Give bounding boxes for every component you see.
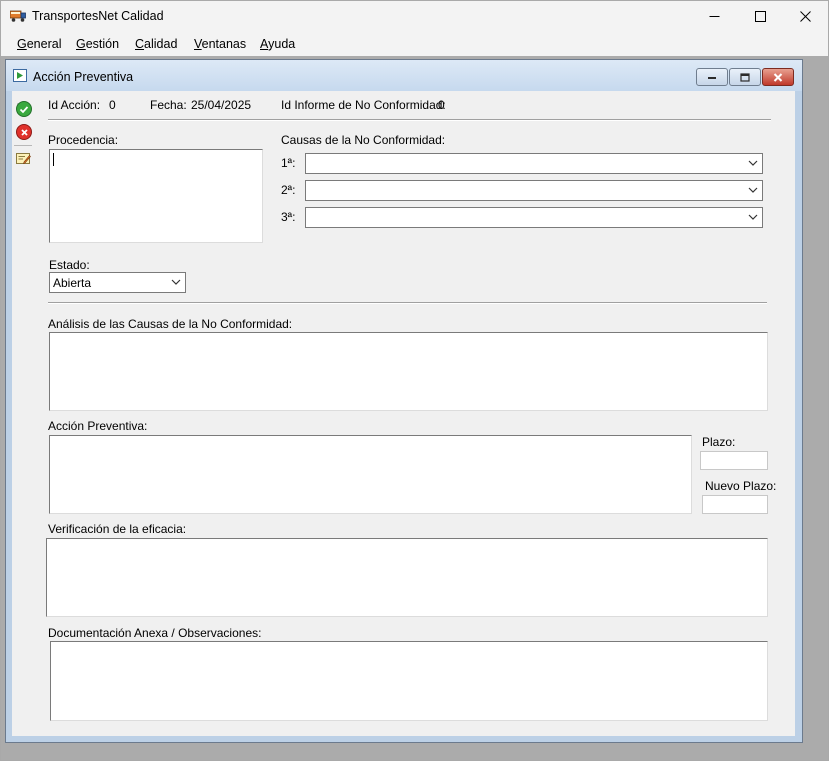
menu-gestion[interactable]: Gestión <box>76 37 119 51</box>
nuevo-plazo-input[interactable] <box>702 495 768 514</box>
nuevo-plazo-label: Nuevo Plazo: <box>705 479 777 493</box>
save-icon[interactable] <box>16 101 32 117</box>
accion-preventiva-label: Acción Preventiva: <box>48 419 148 433</box>
plazo-label: Plazo: <box>702 435 736 449</box>
toolbar-grip-icon[interactable] <box>16 94 30 105</box>
documentacion-label: Documentación Anexa / Observaciones: <box>48 626 262 640</box>
fecha-label: Fecha: <box>150 98 187 112</box>
causa-1-label: 1ª: <box>281 156 296 170</box>
analisis-label: Análisis de las Causas de la No Conformi… <box>48 317 293 331</box>
child-close-button[interactable] <box>762 68 794 86</box>
verificacion-label: Verificación de la eficacia: <box>48 522 187 536</box>
causa-3-select[interactable] <box>305 207 763 228</box>
accion-preventiva-textarea[interactable] <box>49 435 692 514</box>
menu-calidad[interactable]: Calidad <box>135 37 177 51</box>
text-caret <box>53 153 54 166</box>
menu-bar: General Gestión Calidad Ventanas Ayuda <box>1 32 828 56</box>
causas-label: Causas de la No Conformidad: <box>281 133 446 147</box>
causa-1-select[interactable] <box>305 153 763 174</box>
analisis-textarea[interactable] <box>49 332 768 411</box>
close-window-button[interactable] <box>782 1 828 32</box>
menu-ventanas[interactable]: Ventanas <box>194 37 246 51</box>
procedencia-label: Procedencia: <box>48 133 119 147</box>
child-title: Acción Preventiva <box>33 70 134 84</box>
estado-value: Abierta <box>53 276 92 290</box>
minimize-button[interactable] <box>691 1 737 32</box>
toolbar-separator <box>14 145 32 146</box>
id-accion-value: 0 <box>109 98 116 112</box>
estado-select[interactable]: Abierta <box>49 272 186 293</box>
cancel-icon[interactable] <box>16 124 32 140</box>
chevron-down-icon <box>748 187 758 193</box>
chevron-down-icon <box>171 279 181 285</box>
accion-preventiva-window: Acción Preventiva Id Acción: 0 Fecha: 25… <box>5 59 803 743</box>
title-bar: TransportesNet Calidad <box>1 1 828 32</box>
form-icon <box>13 69 27 82</box>
vertical-toolbar <box>12 91 34 736</box>
menu-general[interactable]: General <box>17 37 61 51</box>
child-minimize-button[interactable] <box>696 68 728 86</box>
id-accion-label: Id Acción: <box>48 98 101 112</box>
maximize-button[interactable] <box>737 1 783 32</box>
id-informe-label: Id Informe de No Conformidad: <box>281 98 446 112</box>
child-body: Id Acción: 0 Fecha: 25/04/2025 Id Inform… <box>12 91 795 736</box>
id-informe-value: 0 <box>438 98 445 112</box>
documentacion-textarea[interactable] <box>50 641 768 721</box>
separator <box>48 302 767 304</box>
window-title: TransportesNet Calidad <box>32 9 164 23</box>
estado-label: Estado: <box>49 258 90 272</box>
menu-ayuda[interactable]: Ayuda <box>260 37 295 51</box>
causa-2-label: 2ª: <box>281 183 296 197</box>
chevron-down-icon <box>748 160 758 166</box>
edit-icon[interactable] <box>16 152 31 165</box>
procedencia-textarea[interactable] <box>49 149 263 243</box>
child-title-bar[interactable]: Acción Preventiva <box>6 60 802 91</box>
chevron-down-icon <box>748 214 758 220</box>
separator <box>48 119 771 121</box>
causa-3-label: 3ª: <box>281 210 296 224</box>
causa-2-select[interactable] <box>305 180 763 201</box>
fecha-value: 25/04/2025 <box>191 98 252 112</box>
child-restore-button[interactable] <box>729 68 761 86</box>
plazo-input[interactable] <box>700 451 768 470</box>
verificacion-textarea[interactable] <box>46 538 768 617</box>
truck-app-icon <box>9 9 26 23</box>
